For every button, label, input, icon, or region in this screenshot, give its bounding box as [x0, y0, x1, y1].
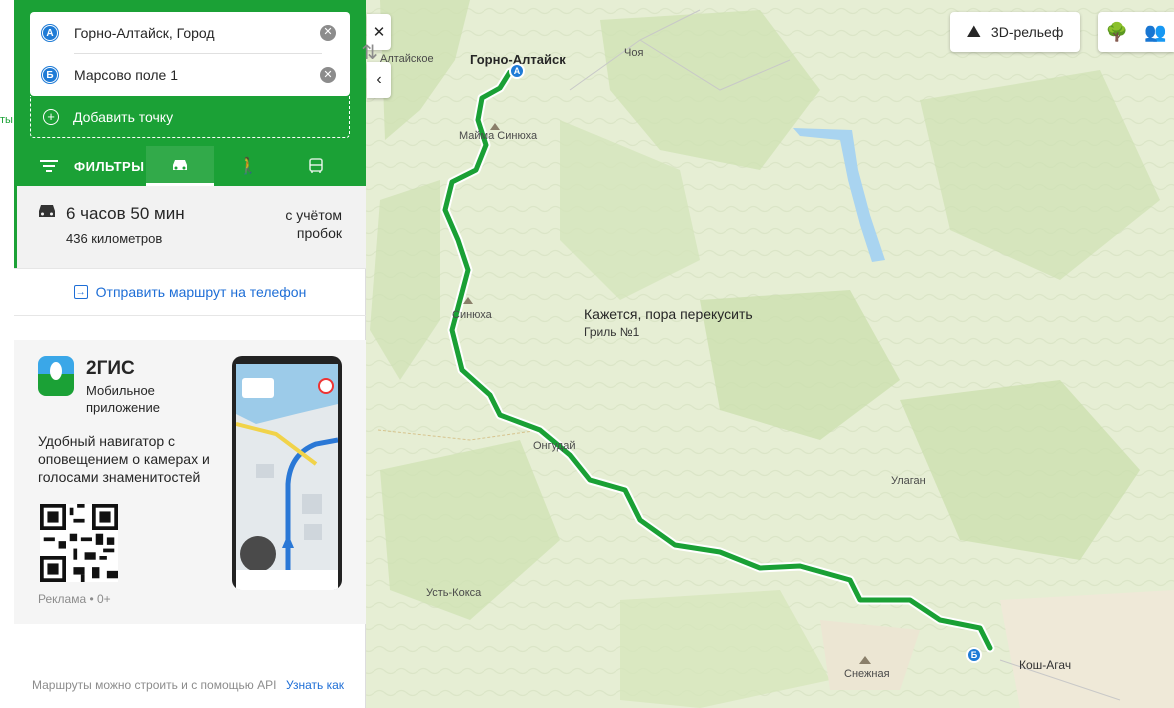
- relief-3d-button[interactable]: ⛰ 3D-рельеф: [950, 12, 1080, 52]
- traffic-note: с учётом пробок: [285, 207, 342, 241]
- poi-subtitle[interactable]: Гриль №1: [584, 325, 639, 339]
- map-tools-bar[interactable]: 🌳 👥: [1098, 12, 1174, 52]
- point-b-field[interactable]: Марсово поле 1 ✕: [74, 54, 336, 96]
- route-panel: А Горно-Алтайск, Город ✕ Б Марсово поле …: [14, 0, 378, 708]
- people-icon[interactable]: 👥: [1144, 22, 1166, 43]
- close-icon: ✕: [372, 24, 386, 41]
- filters-label: ФИЛЬТРЫ: [74, 158, 145, 174]
- map-label-kosh-agach: Кош-Агач: [1019, 658, 1072, 672]
- 2gis-logo-icon: [38, 356, 74, 396]
- filter-icon: [40, 160, 58, 172]
- route-start-marker[interactable]: А: [509, 63, 525, 79]
- sidebar-strip: ты: [0, 0, 14, 708]
- send-to-phone-icon: →: [73, 285, 88, 299]
- tab-bus[interactable]: [282, 146, 350, 186]
- route-summary[interactable]: 6 часов 50 мин 436 километров с учётом п…: [14, 186, 366, 268]
- map-label-sinyukha: Синюха: [452, 309, 492, 321]
- map-label-ongudai: Онгудай: [533, 440, 576, 452]
- waypoints-box: А Горно-Алтайск, Город ✕ Б Марсово поле …: [30, 12, 378, 96]
- map-label-mayma-sinyukha: Майма Синюха: [459, 130, 538, 142]
- route-duration: 6 часов 50 мин: [66, 204, 185, 223]
- car-icon: [39, 205, 55, 217]
- ad-app-name: 2ГИС: [86, 358, 135, 379]
- point-a-marker: А: [42, 25, 58, 41]
- tab-car[interactable]: [146, 146, 214, 186]
- swap-points-icon[interactable]: ⇅: [361, 40, 378, 65]
- bus-icon: [309, 158, 323, 173]
- point-b-value[interactable]: Марсово поле 1: [74, 67, 178, 83]
- clear-point-b-button[interactable]: ✕: [320, 67, 336, 83]
- footer-learn-link[interactable]: Узнать как: [286, 678, 346, 693]
- clear-point-a-button[interactable]: ✕: [320, 24, 336, 41]
- relief-3d-label: 3D-рельеф: [990, 24, 1064, 40]
- phone-mockup-image: [232, 356, 342, 590]
- map-label-ust-koksa: Усть-Кокса: [426, 587, 482, 599]
- chevron-left-icon: ‹: [376, 71, 382, 88]
- collapse-panel-button[interactable]: ‹: [367, 62, 391, 98]
- route-end-marker[interactable]: Б: [966, 647, 982, 663]
- qr-code-icon: [40, 504, 118, 582]
- pedestrian-icon: 🚶: [238, 158, 258, 175]
- send-to-phone-button[interactable]: → Отправить маршрут на телефон: [14, 268, 366, 316]
- mountain-3d-icon: ⛰: [966, 22, 981, 41]
- map-label-snezhnaya: Снежная: [844, 668, 890, 680]
- ad-banner[interactable]: 2ГИС Мобильное приложение Удобный навига…: [14, 340, 366, 624]
- ad-text: Удобный навигатор с оповещением о камера…: [38, 433, 210, 485]
- poi-title[interactable]: Кажется, пора перекусить: [584, 306, 753, 322]
- add-point-label: Добавить точку: [73, 108, 174, 125]
- plus-circle-icon: +: [43, 108, 59, 125]
- tree-icon[interactable]: 🌳: [1106, 22, 1128, 43]
- point-a-value[interactable]: Горно-Алтайск, Город: [74, 25, 215, 41]
- point-b-marker: Б: [42, 67, 58, 83]
- transport-tabs: ФИЛЬТРЫ 🚶: [14, 146, 366, 186]
- map-label-ulagan: Улаган: [891, 475, 926, 487]
- route-header: А Горно-Алтайск, Город ✕ Б Марсово поле …: [14, 0, 378, 186]
- map-label-choya: Чоя: [624, 47, 644, 59]
- filters-button[interactable]: ФИЛЬТРЫ: [14, 146, 146, 186]
- footer-api-note: Маршруты можно строить и с помощью API: [32, 678, 277, 692]
- point-a-field[interactable]: Горно-Алтайск, Город ✕: [74, 12, 336, 54]
- add-point-button[interactable]: + Добавить точку: [30, 96, 350, 138]
- route-distance: 436 километров: [66, 231, 163, 246]
- car-icon: [173, 159, 187, 170]
- tab-pedestrian[interactable]: 🚶: [214, 146, 282, 186]
- sidebar-strip-label: ты: [0, 114, 13, 126]
- ad-label: Реклама • 0+: [38, 592, 111, 606]
- ad-app-subtitle: Мобильное приложение: [86, 383, 160, 415]
- send-to-phone-label: Отправить маршрут на телефон: [95, 284, 307, 300]
